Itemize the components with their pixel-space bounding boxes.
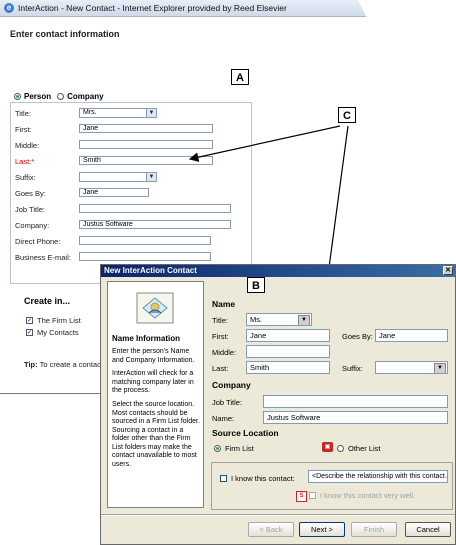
info-heading: Name Information	[112, 334, 181, 343]
finish-button[interactable]: Finish	[351, 522, 397, 537]
footer-divider	[101, 514, 455, 516]
dialog-goes-by-input[interactable]: Jane	[375, 329, 448, 342]
dialog-company-name-input[interactable]: Justus Software	[263, 411, 448, 424]
callout-c-arrow-to-last-field	[188, 125, 341, 162]
other-list-source-label: Other List	[348, 444, 381, 453]
know-well-option[interactable]: I know this contact very well.	[309, 491, 415, 500]
dialog-goes-by-label: Goes By:	[342, 332, 373, 341]
cancel-button[interactable]: Cancel	[405, 522, 451, 537]
firm-list-source-option[interactable]: Firm List	[214, 444, 254, 453]
callout-b: B	[247, 277, 265, 293]
dialog-info-panel: Name Information Enter the person's Name…	[107, 281, 204, 508]
dialog-suffix-select[interactable]: ▼	[375, 361, 448, 374]
other-list-radio[interactable]	[337, 445, 344, 452]
dialog-first-input[interactable]: Jane	[246, 329, 330, 342]
chevron-down-icon: ▼	[298, 315, 310, 325]
callout-a: A	[231, 69, 249, 85]
back-button[interactable]: < Back	[248, 522, 294, 537]
dialog-job-title-input[interactable]	[263, 395, 448, 408]
name-section-heading: Name	[212, 299, 236, 309]
info-text-2: InterAction will check for a matching co…	[112, 370, 194, 394]
company-section-heading: Company	[212, 380, 251, 390]
info-text-1: Enter the person's Name and Company Info…	[112, 348, 195, 364]
dialog-middle-input[interactable]	[246, 345, 330, 358]
know-contact-checkbox[interactable]	[220, 475, 227, 482]
dialog-job-title-label: Job Title:	[212, 398, 243, 407]
know-well-label: I know this contact very well.	[320, 491, 416, 500]
relationship-strength-icon: S	[296, 491, 307, 502]
dialog-suffix-label: Suffix:	[342, 364, 363, 373]
new-contact-dialog: New InterAction Contact ✕ Name Informati…	[100, 264, 456, 545]
source-section-heading: Source Location	[212, 428, 279, 438]
next-button[interactable]: Next >	[299, 522, 345, 537]
other-list-source-option[interactable]: Other List	[337, 444, 381, 453]
contact-card-icon	[136, 292, 174, 324]
dialog-last-label: Last:	[212, 364, 229, 373]
dialog-title-value: Ms.	[250, 315, 263, 324]
firm-list-radio[interactable]	[214, 445, 221, 452]
info-text-3: Select the source location. Most contact…	[112, 401, 200, 468]
relationship-select[interactable]: <Describe the relationship with this con…	[308, 470, 448, 483]
know-contact-option[interactable]: I know this contact:	[220, 474, 295, 483]
firm-list-source-label: Firm List	[225, 444, 254, 453]
dialog-title-select[interactable]: Ms. ▼	[246, 313, 312, 326]
dialog-title: New InterAction Contact	[104, 266, 197, 275]
close-icon[interactable]: ✕	[443, 266, 453, 275]
dialog-middle-label: Middle:	[212, 348, 237, 357]
chevron-down-icon: ▼	[434, 363, 446, 373]
dialog-last-input[interactable]: Smith	[246, 361, 330, 374]
dialog-title-bar: New InterAction Contact ✕	[101, 265, 455, 277]
know-well-checkbox[interactable]	[309, 492, 316, 499]
know-contact-label: I know this contact:	[231, 474, 295, 483]
dialog-company-name-label: Name:	[212, 414, 235, 423]
callout-c: C	[338, 107, 356, 123]
dialog-first-label: First:	[212, 332, 229, 341]
dialog-title-label: Title:	[212, 316, 228, 325]
folder-lock-icon: ▣	[322, 442, 333, 452]
